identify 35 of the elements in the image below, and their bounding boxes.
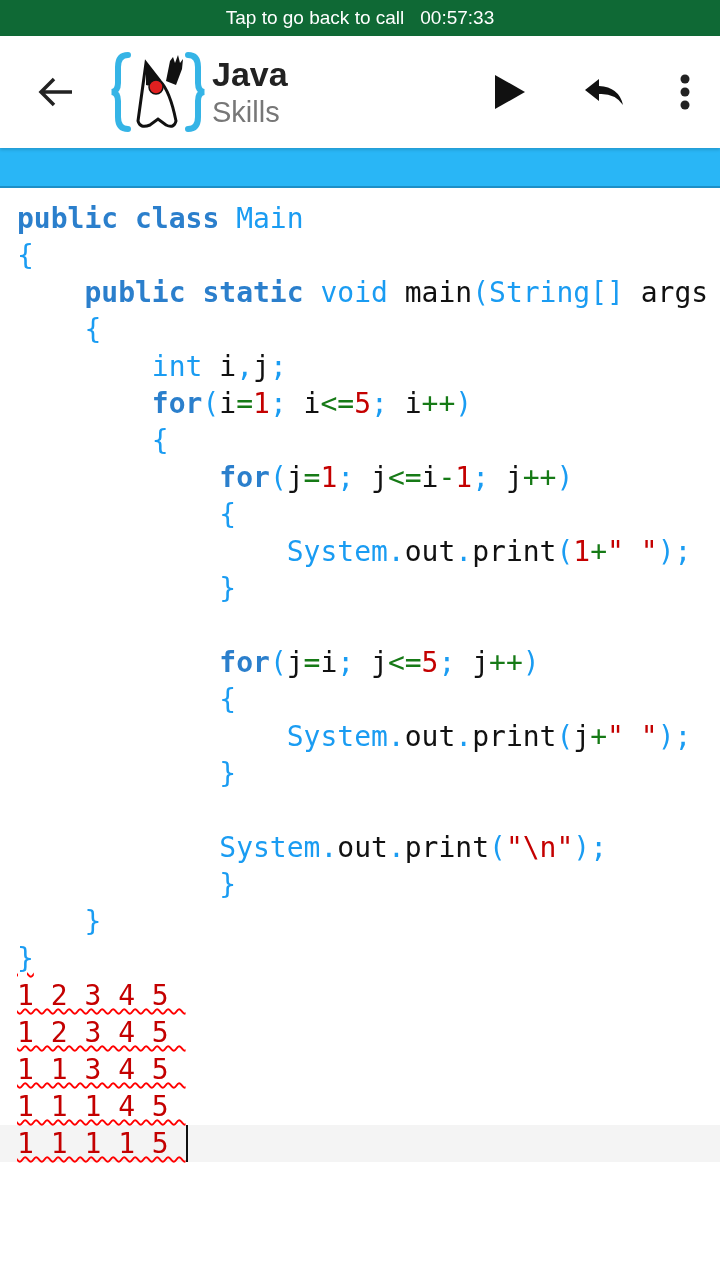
code-line: System.out.print("\n"); [218,830,608,866]
code-line: for(j=i; j<=5; j++) [218,645,540,681]
code-line: int i,j; [150,349,287,385]
app-subtitle: Skills [212,95,281,130]
call-banner[interactable]: Tap to go back to call 00:57:33 [0,0,720,36]
code-line: public class Main [16,201,304,237]
more-icon [679,74,691,110]
code-line: 1 1 3 4 5 [16,1052,170,1088]
code-line: { [83,312,102,348]
code-line: } [218,571,237,607]
code-line: for(j=1; j<=i-1; j++) [218,460,574,496]
code-line: System.out.print(1+" "); [285,534,692,570]
code-line: { [218,497,237,533]
code-line: } [218,867,237,903]
logo-icon [110,51,206,133]
code-line: public static void main(String[] args [83,275,709,311]
call-banner-text: Tap to go back to call [225,5,405,30]
code-line: for(i=1; i<=5; i++) [150,386,473,422]
code-line: { [16,238,34,274]
play-icon [493,73,527,111]
text-cursor [185,1125,188,1162]
code-line: 1 1 1 1 5 [16,1126,170,1162]
call-timer: 00:57:33 [420,5,495,30]
code-line: } [83,904,102,940]
code-line: } [16,941,34,977]
code-line: System.out.print(j+" "); [285,719,692,755]
app-title: Java [212,54,288,94]
code-line: { [150,423,169,459]
code-line: } [218,756,237,792]
reply-arrow-icon [583,77,625,107]
code-line: 1 2 3 4 5 [16,978,170,1014]
code-line: 1 2 3 4 5 [16,1015,170,1051]
back-arrow-icon [38,76,74,108]
code-line: 1 1 1 4 5 [16,1089,170,1125]
code-line: { [218,682,237,718]
